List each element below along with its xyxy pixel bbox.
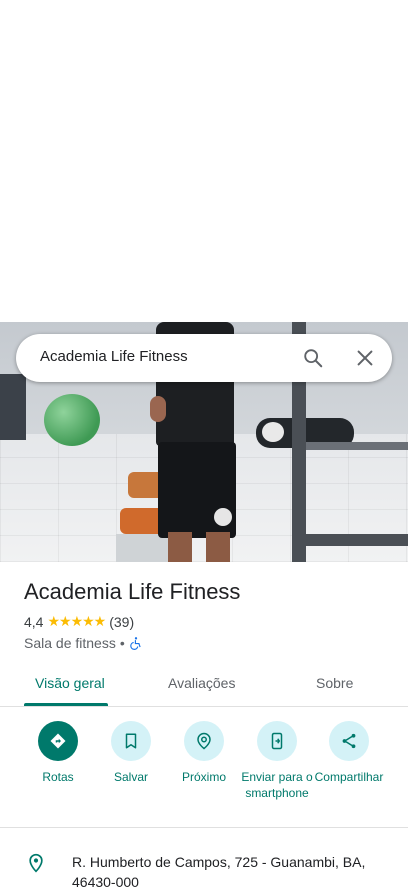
search-input[interactable]: Academia Life Fitness (40, 348, 188, 365)
photo-bag-logo (262, 422, 284, 442)
category-row: Sala de fitness • (24, 635, 143, 651)
share-icon (329, 721, 369, 761)
photo-shorts-logo (214, 508, 232, 526)
directions-icon (38, 721, 78, 761)
save-label: Salvar (113, 770, 148, 784)
send-to-phone-button[interactable]: Enviar para o smartphone (240, 721, 314, 801)
place-category: Sala de fitness (24, 635, 116, 651)
active-tab-indicator (24, 703, 108, 706)
nearby-button[interactable]: Próximo (167, 721, 241, 785)
address-text[interactable]: R. Humberto de Campos, 725 - Guanambi, B… (72, 852, 392, 892)
photo-exercise-ball (44, 394, 100, 446)
send-to-phone-icon (257, 721, 297, 761)
bookmark-icon (111, 721, 151, 761)
search-bar[interactable]: Academia Life Fitness (16, 334, 392, 382)
rating-value: 4,4 (24, 613, 44, 630)
location-pin-icon (29, 853, 43, 873)
photo-person-arm (150, 396, 166, 422)
send-to-phone-label: Enviar para o smartphone (241, 770, 313, 800)
nearby-label: Próximo (181, 770, 226, 784)
save-button[interactable]: Salvar (94, 721, 168, 785)
rating-row[interactable]: 4,4 ★★★★★ (39) (24, 613, 134, 630)
section-divider (0, 827, 408, 828)
directions-button[interactable]: Rotas (21, 721, 95, 785)
photo-person-leg (206, 532, 230, 562)
share-button[interactable]: Compartilhar (312, 721, 386, 785)
map-area[interactable] (0, 0, 408, 322)
wheelchair-icon (129, 637, 141, 650)
share-label: Compartilhar (314, 770, 384, 784)
close-icon[interactable] (354, 347, 376, 369)
review-count[interactable]: (39) (109, 614, 134, 630)
place-title: Academia Life Fitness (24, 579, 241, 604)
search-icon[interactable] (302, 347, 324, 369)
tab-sobre[interactable]: Sobre (316, 675, 353, 691)
nearby-icon (184, 721, 224, 761)
tab-bar: Visão geral Avaliações Sobre (0, 664, 408, 707)
rating-stars: ★★★★★ (47, 613, 106, 629)
separator-dot: • (119, 635, 125, 651)
photo-bench-base (116, 534, 176, 562)
directions-label: Rotas (42, 770, 74, 784)
tab-avaliacoes[interactable]: Avaliações (168, 675, 235, 691)
photo-rack-left (0, 374, 26, 440)
photo-rack-bar (300, 442, 408, 450)
tab-visao-geral[interactable]: Visão geral (35, 675, 105, 691)
photo-rack-base (306, 534, 408, 546)
photo-person-leg (168, 532, 192, 562)
